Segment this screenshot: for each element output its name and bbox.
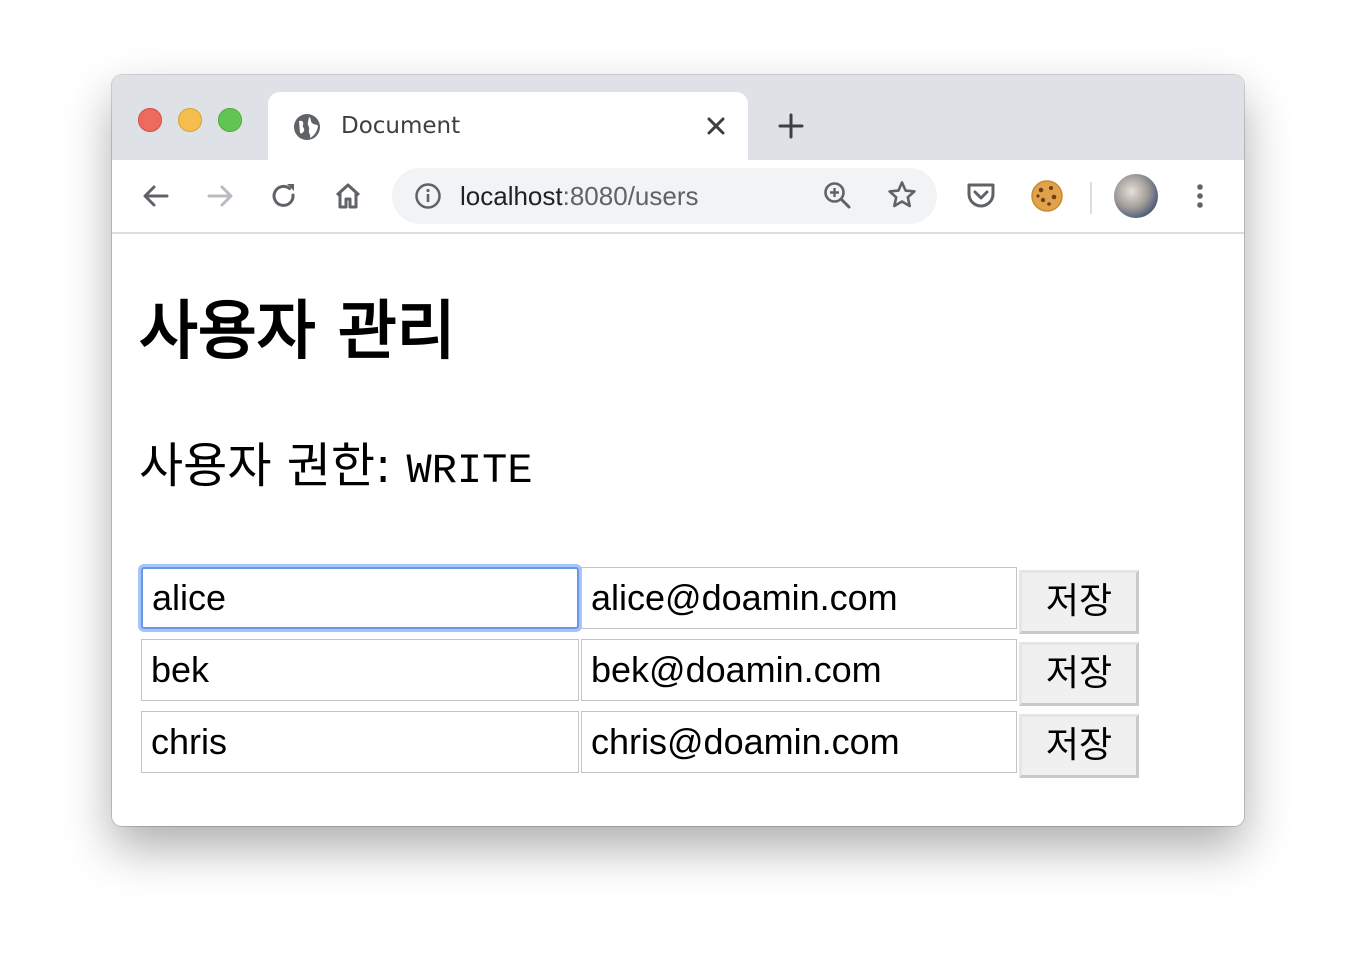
arrow-left-icon[interactable] (140, 180, 172, 212)
zoom-in-icon[interactable] (822, 180, 852, 210)
home-icon[interactable] (332, 180, 364, 212)
user-email-input[interactable] (581, 711, 1017, 773)
url-text: localhost:8080/users (460, 179, 699, 213)
save-button[interactable]: 저장 (1019, 714, 1139, 778)
arrow-right-icon[interactable] (204, 180, 236, 212)
user-name-input[interactable] (141, 711, 579, 773)
browser-window: Document localhost:8080/users 사용자 관리 사용자… (112, 75, 1244, 826)
address-bar[interactable]: localhost:8080/users (392, 168, 937, 224)
user-name-input[interactable] (141, 567, 579, 629)
user-email-input[interactable] (581, 639, 1017, 701)
user-email-input[interactable] (581, 567, 1017, 629)
user-role: 사용자 권한: WRITE (139, 434, 533, 503)
toolbar-divider (1090, 182, 1092, 214)
new-tab-icon[interactable] (776, 111, 806, 141)
cookie-icon[interactable] (1029, 178, 1065, 214)
tab-title: Document (341, 113, 461, 139)
url-path: :8080/users (562, 181, 699, 211)
pocket-icon[interactable] (964, 179, 998, 213)
minimize-window-button[interactable] (178, 108, 202, 132)
save-button[interactable]: 저장 (1019, 642, 1139, 706)
close-window-button[interactable] (138, 108, 162, 132)
close-tab-icon[interactable] (702, 112, 730, 140)
maximize-window-button[interactable] (218, 108, 242, 132)
star-icon[interactable] (886, 179, 918, 211)
kebab-menu-icon[interactable] (1184, 180, 1216, 212)
reload-icon[interactable] (268, 180, 300, 212)
page-content: 사용자 관리 사용자 권한: WRITE 저장 저장 저장 (112, 234, 1244, 826)
browser-toolbar: localhost:8080/users (112, 160, 1244, 234)
title-bar: Document (112, 75, 1244, 160)
user-name-input[interactable] (141, 639, 579, 701)
globe-icon (292, 112, 322, 142)
url-host: localhost (460, 181, 563, 211)
site-info-icon[interactable] (414, 182, 442, 210)
user-role-label: 사용자 권한: (139, 438, 407, 494)
avatar[interactable] (1114, 174, 1158, 218)
tab-document[interactable]: Document (268, 92, 748, 160)
user-role-value: WRITE (406, 447, 533, 495)
save-button[interactable]: 저장 (1019, 570, 1139, 634)
page-title: 사용자 관리 (139, 295, 456, 369)
